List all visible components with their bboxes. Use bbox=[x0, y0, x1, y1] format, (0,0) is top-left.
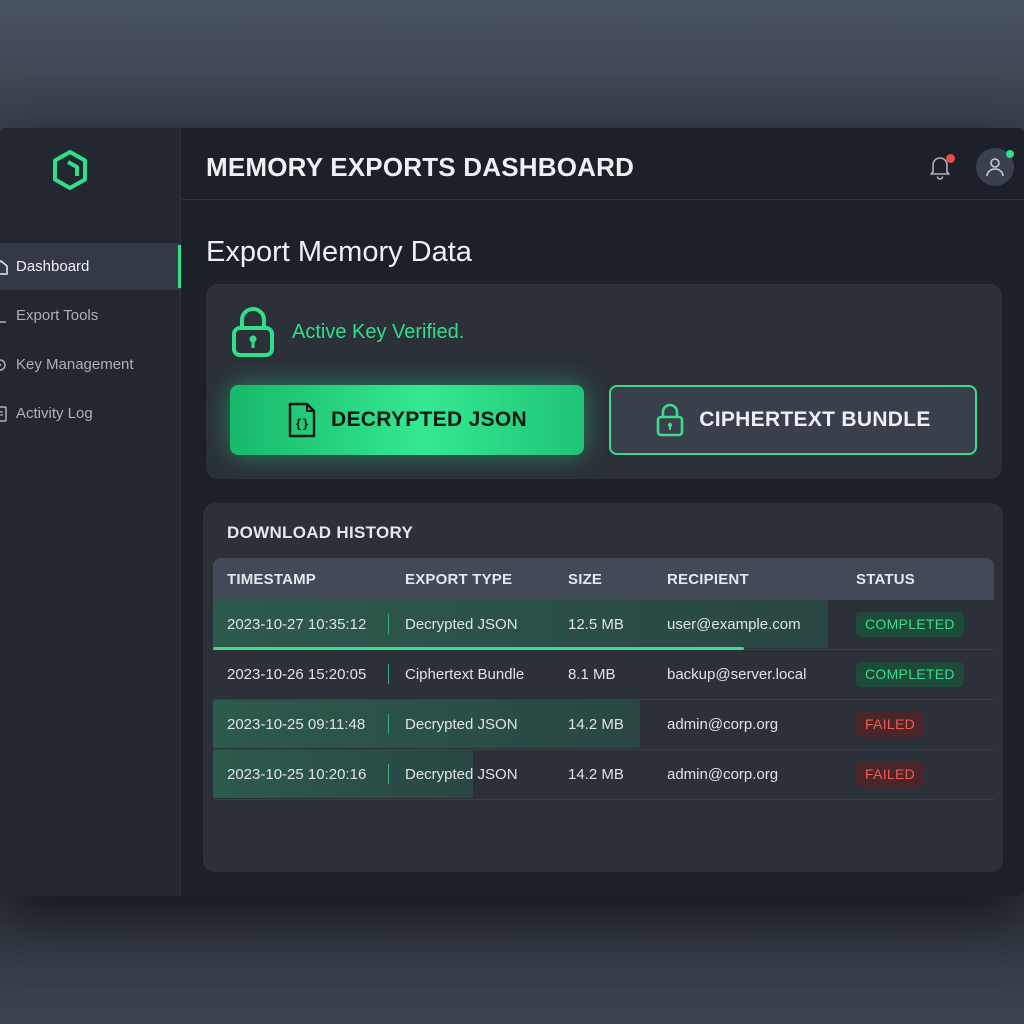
sidebar-item-label: Export Tools bbox=[16, 307, 99, 324]
download-history-card: DOWNLOAD HISTORY TIMESTAMP EXPORT TYPE S… bbox=[203, 503, 1003, 872]
key-status-text: Active Key Verified. bbox=[292, 320, 465, 343]
lock-icon bbox=[656, 403, 684, 437]
home-icon bbox=[0, 259, 8, 275]
cell-export-type: Ciphertext Bundle bbox=[405, 666, 525, 683]
brand-logo-icon bbox=[53, 150, 87, 190]
decrypted-json-button[interactable]: {} DECRYPTED JSON bbox=[230, 385, 584, 455]
cell-recipient: user@example.com bbox=[667, 616, 801, 633]
cell-timestamp: 2023-10-25 09:11:48 bbox=[227, 716, 366, 733]
table-row[interactable]: 2023-10-26 15:20:05 Ciphertext Bundle 8.… bbox=[213, 650, 994, 700]
cell-size: 8.1 MB bbox=[568, 666, 616, 683]
cell-timestamp: 2023-10-25 10:20:16 bbox=[227, 766, 367, 783]
table-row[interactable]: 2023-10-25 10:20:16 Decrypted JSON 14.2 … bbox=[213, 750, 994, 800]
table-row[interactable]: 2023-10-25 09:11:48 Decrypted JSON 14.2 … bbox=[213, 700, 994, 750]
lock-icon bbox=[232, 307, 274, 357]
column-header-export-type: EXPORT TYPE bbox=[405, 571, 513, 588]
cell-recipient: admin@corp.org bbox=[667, 716, 779, 733]
json-file-icon: {} bbox=[288, 402, 316, 438]
column-header-recipient: RECIPIENT bbox=[667, 571, 749, 588]
table-row[interactable]: 2023-10-27 10:35:12 Decrypted JSON 12.5 … bbox=[213, 600, 994, 650]
decrypted-json-label: DECRYPTED JSON bbox=[331, 408, 527, 431]
cell-timestamp: 2023-10-26 15:20:05 bbox=[227, 666, 367, 683]
app-window: Dashboard Export Tools Key Management Ac… bbox=[0, 128, 1024, 896]
cell-export-type: Decrypted JSON bbox=[405, 616, 518, 633]
cell-size: 14.2 MB bbox=[568, 766, 624, 783]
export-icon bbox=[0, 308, 8, 324]
column-header-timestamp: TIMESTAMP bbox=[227, 571, 317, 588]
online-status-dot bbox=[1006, 150, 1014, 158]
cell-divider bbox=[388, 764, 389, 784]
document-icon bbox=[0, 405, 8, 422]
sidebar: Dashboard Export Tools Key Management Ac… bbox=[0, 128, 181, 896]
sidebar-item-export-tools[interactable]: Export Tools bbox=[0, 292, 181, 339]
cell-divider bbox=[388, 614, 389, 634]
section-title: Export Memory Data bbox=[206, 236, 472, 268]
cell-export-type: Decrypted JSON bbox=[405, 766, 518, 783]
sidebar-item-label: Key Management bbox=[16, 356, 134, 373]
cell-size: 12.5 MB bbox=[568, 616, 624, 633]
top-header: MEMORY EXPORTS DASHBOARD bbox=[182, 128, 1024, 200]
status-badge: COMPLETED bbox=[856, 662, 964, 687]
status-badge: FAILED bbox=[856, 712, 925, 737]
user-icon bbox=[986, 158, 1004, 177]
ciphertext-bundle-label: CIPHERTEXT BUNDLE bbox=[699, 408, 931, 431]
key-icon bbox=[0, 357, 8, 373]
sidebar-item-label: Dashboard bbox=[16, 258, 90, 275]
cell-divider bbox=[388, 664, 389, 684]
cell-recipient: admin@corp.org bbox=[667, 766, 779, 783]
svg-text:{}: {} bbox=[295, 417, 309, 431]
sidebar-item-activity-log[interactable]: Activity Log bbox=[0, 390, 181, 437]
sidebar-item-dashboard[interactable]: Dashboard bbox=[0, 243, 181, 290]
export-key-card: Active Key Verified. {} DECRYPTED JSON C… bbox=[206, 284, 1002, 479]
status-badge: FAILED bbox=[856, 762, 925, 787]
cell-divider bbox=[388, 714, 389, 734]
status-badge: COMPLETED bbox=[856, 612, 964, 637]
sidebar-item-label: Activity Log bbox=[16, 405, 93, 422]
column-header-size: SIZE bbox=[568, 571, 603, 588]
page-title: MEMORY EXPORTS DASHBOARD bbox=[206, 152, 635, 182]
table-header: TIMESTAMP EXPORT TYPE SIZE RECIPIENT STA… bbox=[213, 558, 994, 600]
cell-timestamp: 2023-10-27 10:35:12 bbox=[227, 616, 367, 633]
cell-size: 14.2 MB bbox=[568, 716, 624, 733]
cell-recipient: backup@server.local bbox=[667, 666, 807, 683]
notification-dot bbox=[946, 154, 955, 163]
key-status: Active Key Verified. bbox=[230, 306, 464, 358]
history-title: DOWNLOAD HISTORY bbox=[227, 523, 414, 542]
column-header-status: STATUS bbox=[856, 571, 915, 588]
ciphertext-bundle-button[interactable]: CIPHERTEXT BUNDLE bbox=[609, 385, 977, 455]
cell-export-type: Decrypted JSON bbox=[405, 716, 518, 733]
sidebar-item-key-management[interactable]: Key Management bbox=[0, 341, 181, 388]
